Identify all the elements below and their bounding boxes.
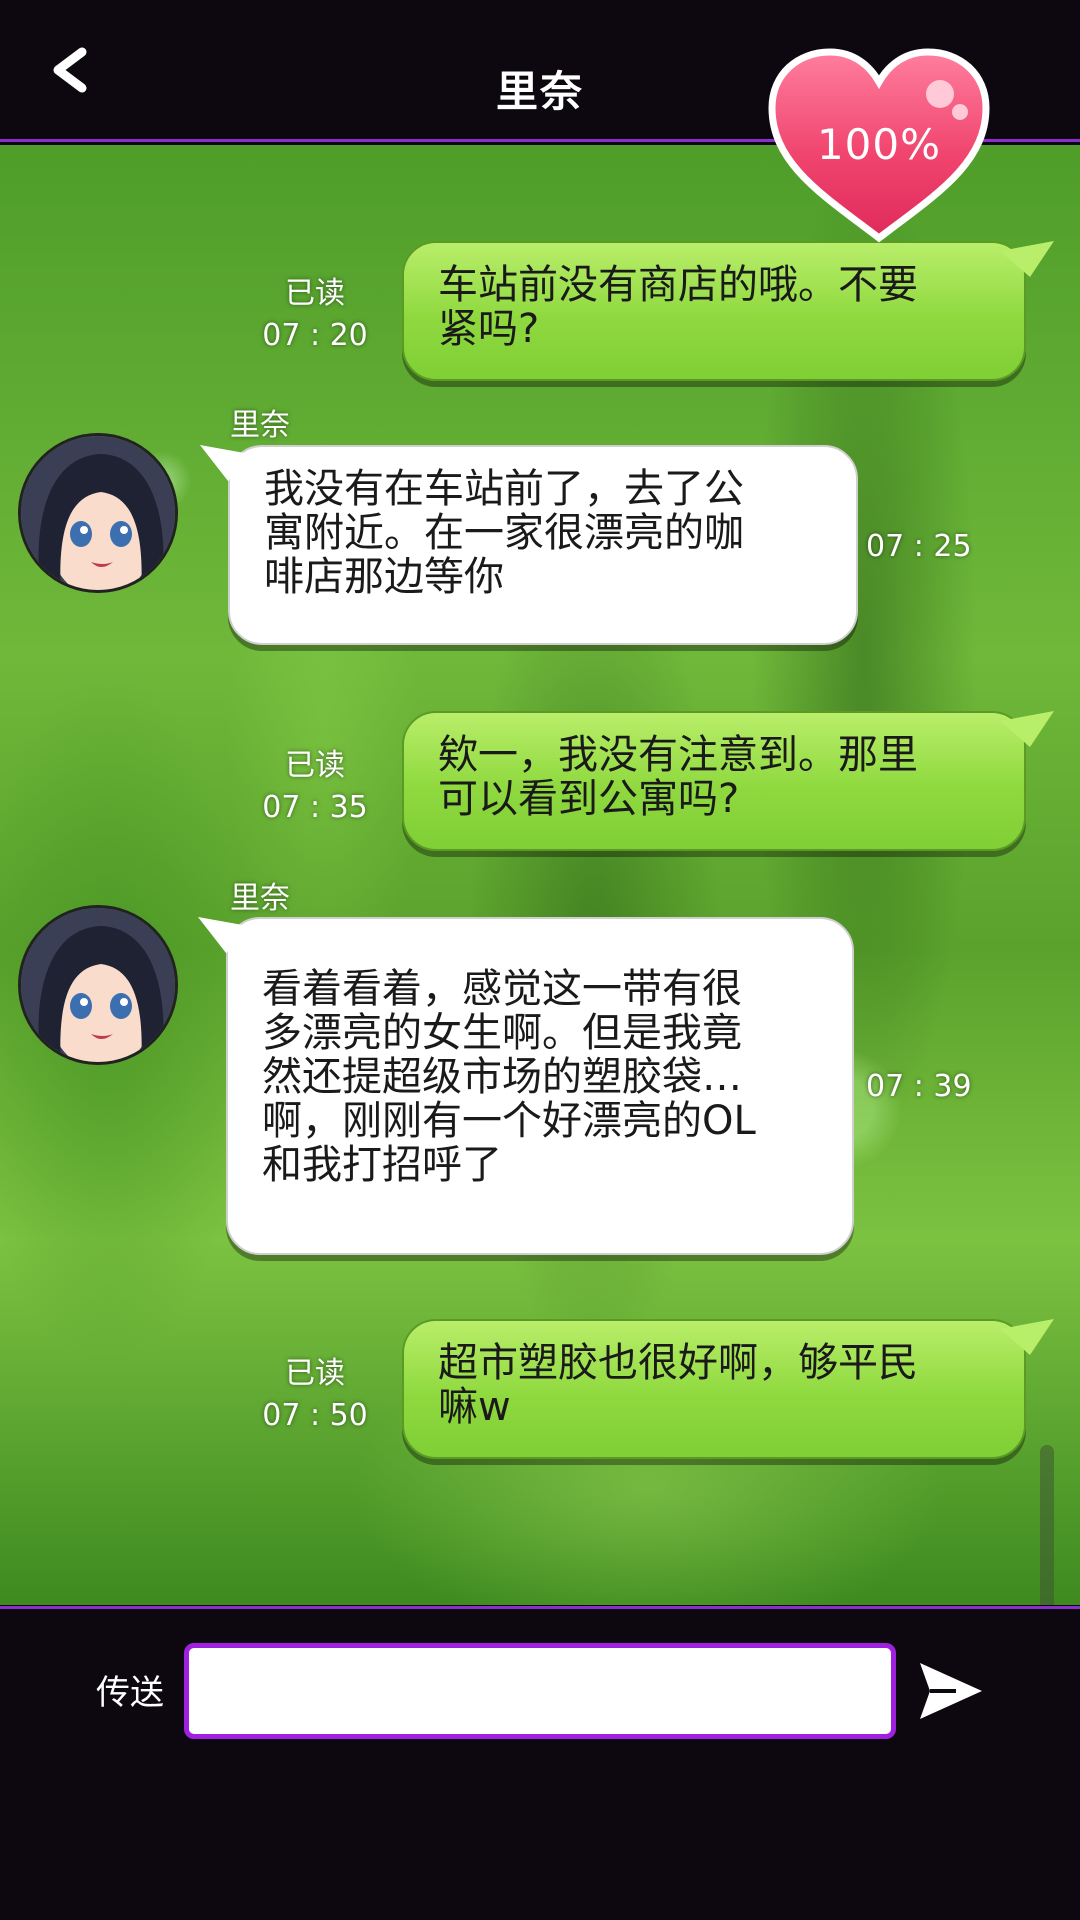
read-status: 已读 07 : 50 [262, 1356, 368, 1433]
bubble-tail [1000, 711, 1054, 747]
scrollbar-thumb[interactable] [1040, 1445, 1054, 1605]
sender-name: 里奈 [230, 881, 290, 916]
sender-name: 里奈 [230, 408, 290, 443]
bubble-tail [1000, 241, 1054, 277]
send-label: 传送 [96, 1673, 164, 1713]
message-time: 07 : 25 [866, 529, 972, 564]
send-arrow-icon [920, 1663, 982, 1719]
avatar-rina-icon [21, 436, 175, 590]
affection-heart: 100% [764, 46, 994, 246]
message-time: 07 : 39 [866, 1069, 972, 1104]
read-status: 已读 07 : 20 [262, 276, 368, 353]
avatar-rina-icon [21, 908, 175, 1062]
message-bubble-sent[interactable]: 超市塑胶也很好啊，够平民 嘛w [402, 1319, 1026, 1459]
message-bubble-received[interactable]: 我没有在车站前了，去了公 寓附近。在一家很漂亮的咖 啡店那边等你 [228, 445, 858, 645]
input-bar: 传送 [0, 1606, 1080, 1920]
chat-area[interactable]: 已读 07 : 20 车站前没有商店的哦。不要 紧吗? 里奈 我没有在车站前了，… [0, 145, 1080, 1605]
avatar[interactable] [18, 433, 178, 593]
bubble-tail [200, 445, 256, 481]
bubble-tail [1000, 1319, 1054, 1355]
avatar[interactable] [18, 905, 178, 1065]
affection-percent: 100% [816, 120, 942, 169]
message-bubble-sent[interactable]: 车站前没有商店的哦。不要 紧吗? [402, 241, 1026, 381]
read-status: 已读 07 : 35 [262, 748, 368, 825]
message-bubble-received[interactable]: 看着看着，感觉这一带有很 多漂亮的女生啊。但是我竟 然还提超级市场的塑胶袋… 啊… [226, 917, 854, 1255]
bubble-tail [198, 917, 254, 953]
send-button[interactable] [916, 1659, 986, 1723]
message-input[interactable] [184, 1643, 896, 1739]
message-bubble-sent[interactable]: 欸一，我没有注意到。那里 可以看到公寓吗? [402, 711, 1026, 851]
